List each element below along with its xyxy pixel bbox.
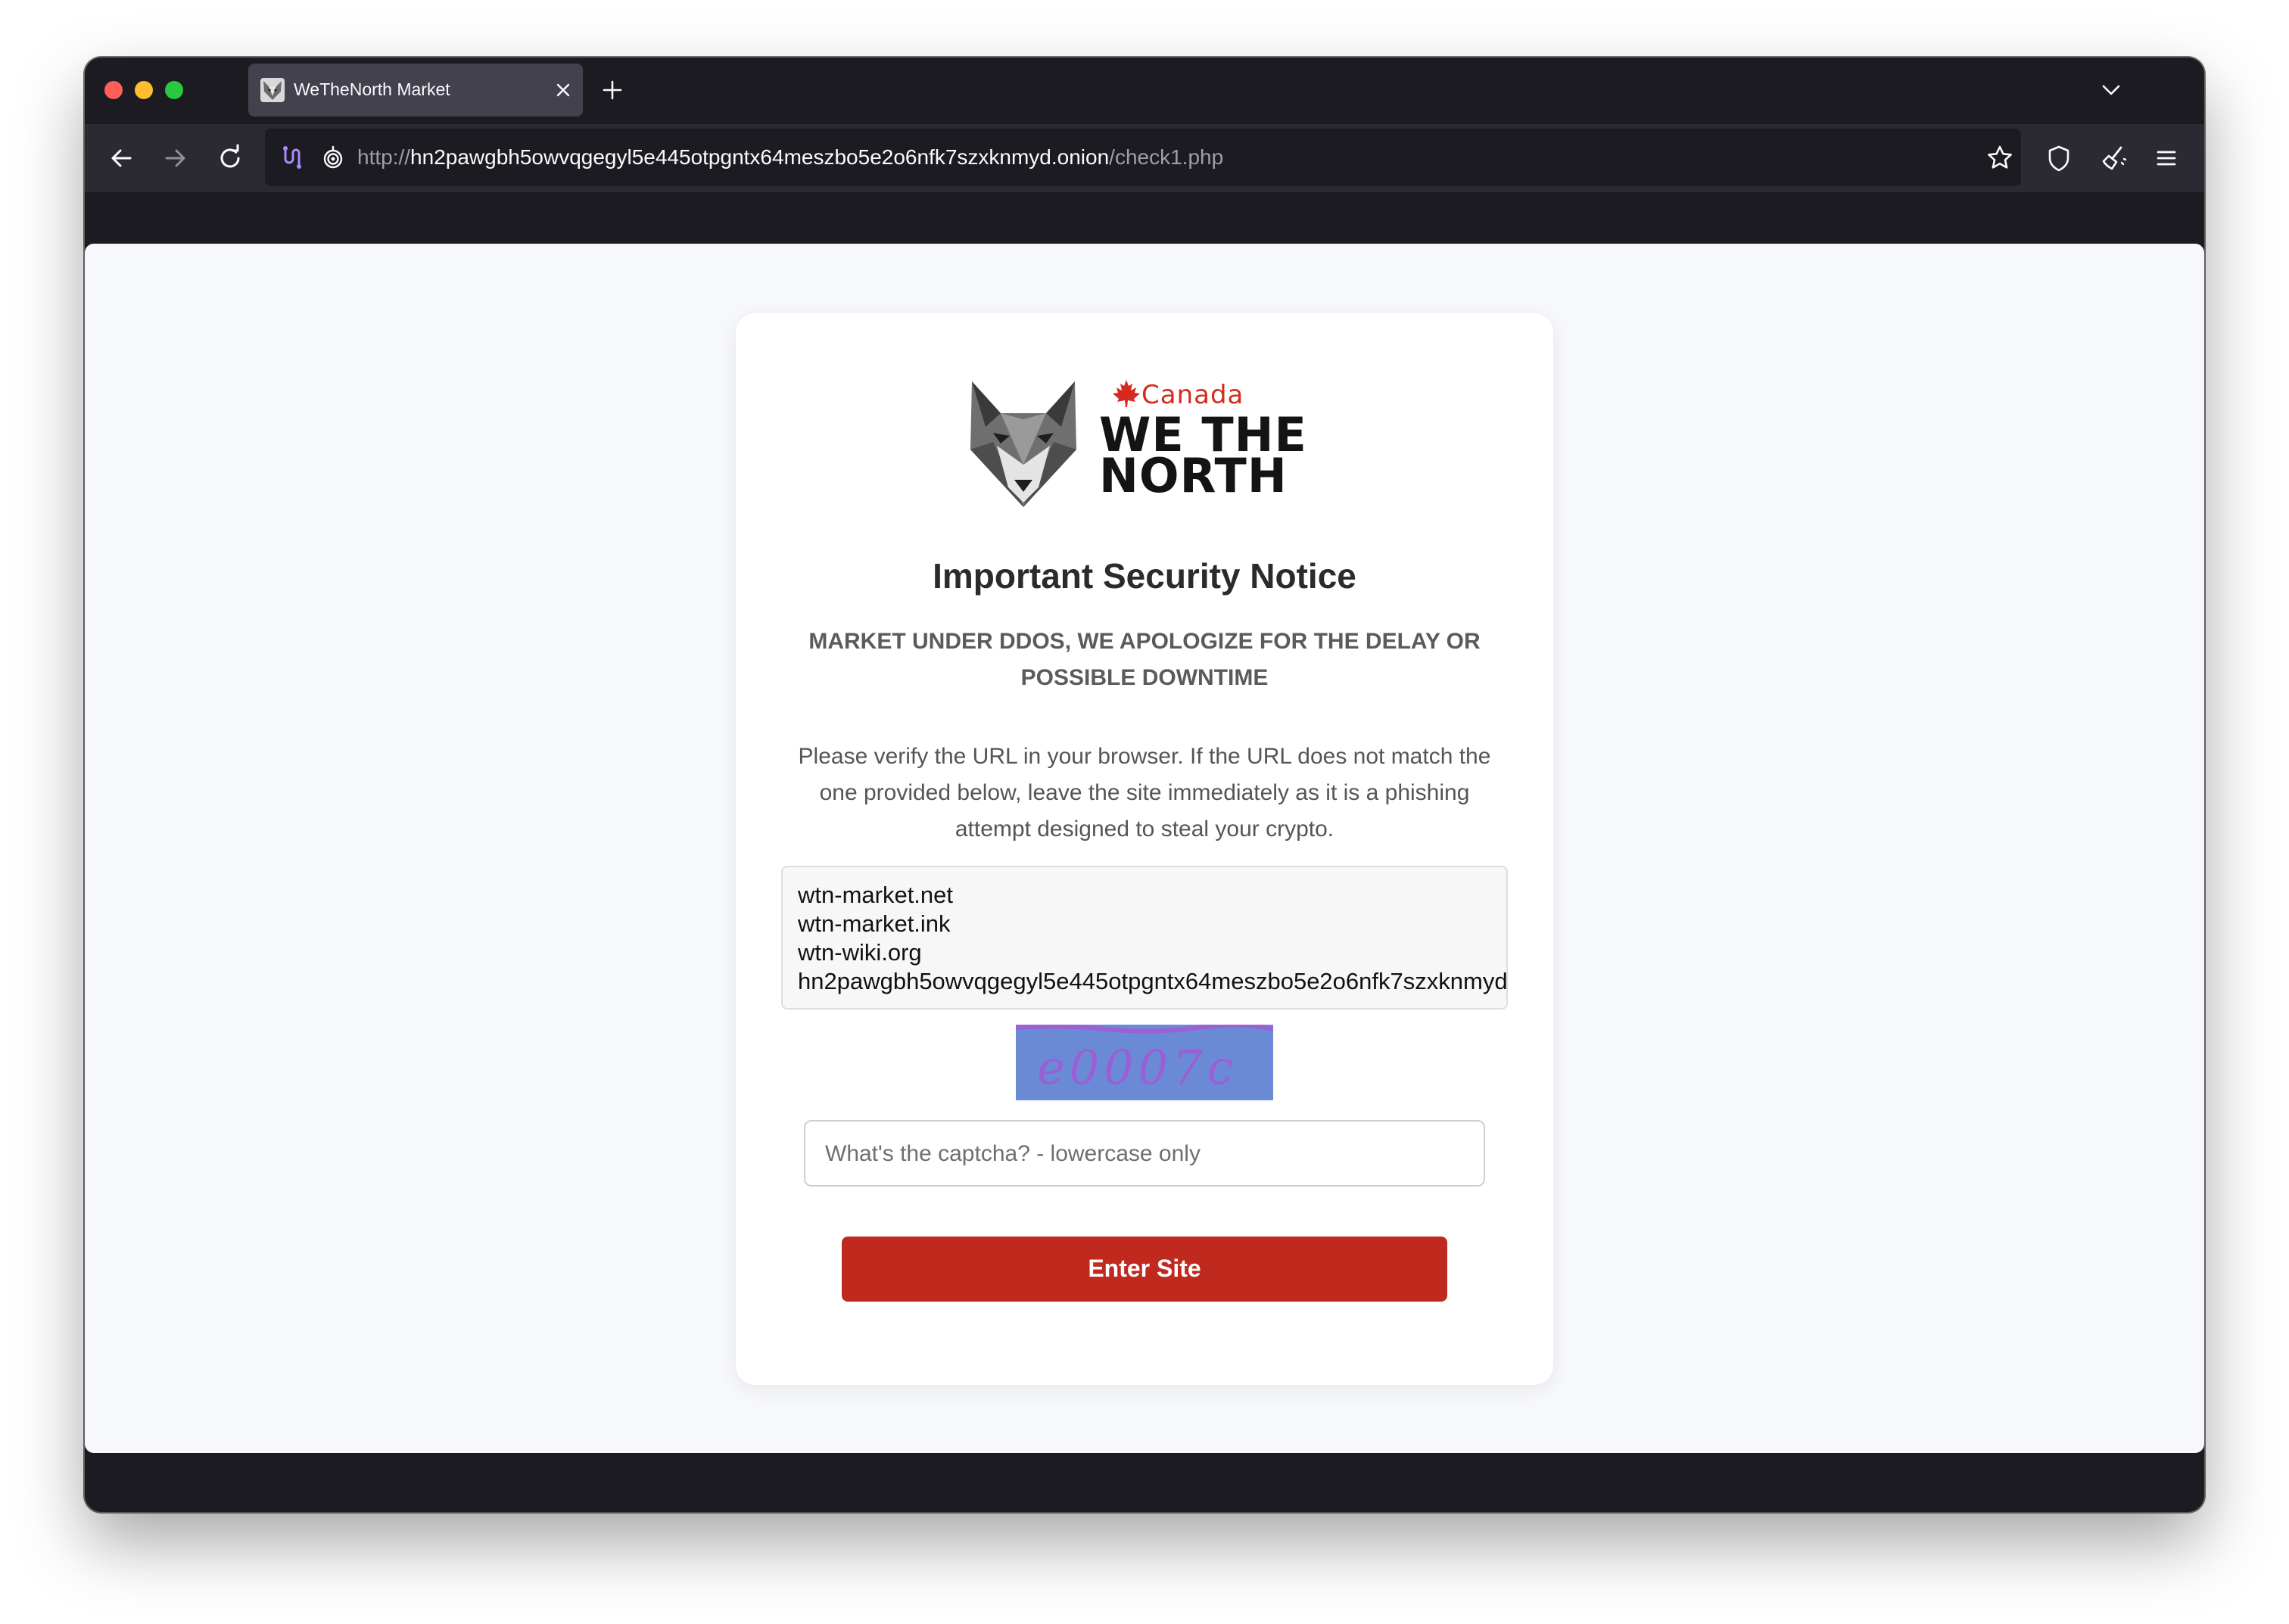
url-path: /check1.php (1109, 145, 1224, 169)
page-content: Canada WE THE NORTH Important Security N… (85, 244, 2204, 1453)
tor-circuit-icon[interactable] (279, 142, 309, 173)
new-tab-plus-icon[interactable] (600, 77, 625, 103)
onion-site-info-icon[interactable] (318, 142, 348, 173)
enter-site-label: Enter Site (1088, 1255, 1201, 1282)
logo-canada-text: Canada (1141, 380, 1244, 410)
official-url-item: wtn-market.ink (798, 910, 951, 937)
official-url-item: wtn-market.net (798, 882, 954, 908)
window-close-button[interactable] (104, 81, 123, 99)
forward-arrow-icon[interactable] (159, 142, 192, 175)
navigation-toolbar: http://hn2pawgbh5owvqgegyl5e445otpgntx64… (85, 124, 2204, 192)
verify-message-line: one provided below, leave the site immed… (819, 780, 1470, 805)
captcha-image: e0007c (1016, 1025, 1273, 1100)
verify-url-message: Please verify the URL in your browser. I… (789, 739, 1500, 848)
page-title: Important Security Notice (933, 556, 1356, 596)
enter-site-button[interactable]: Enter Site (842, 1237, 1447, 1302)
reload-icon[interactable] (213, 142, 247, 175)
url-bar[interactable]: http://hn2pawgbh5owvqgegyl5e445otpgntx64… (265, 129, 2021, 186)
verify-message-line: Please verify the URL in your browser. I… (798, 744, 1491, 769)
security-notice-card: Canada WE THE NORTH Important Security N… (736, 313, 1553, 1385)
official-url-item: wtn-wiki.org (798, 939, 922, 966)
browser-window: WeTheNorth Market http://hn2pawgbh5owvqg… (85, 58, 2204, 1512)
captcha-text: e0007c (1037, 1040, 1238, 1095)
bookmark-star-icon[interactable] (1983, 142, 2016, 175)
hamburger-menu-icon[interactable] (2150, 142, 2183, 175)
verify-message-line: attempt designed to steal your crypto. (955, 817, 1334, 842)
tab-active[interactable]: WeTheNorth Market (248, 64, 583, 117)
tab-title: WeTheNorth Market (294, 79, 450, 99)
tab-close-icon[interactable] (553, 79, 574, 101)
url-text[interactable]: http://hn2pawgbh5owvqgegyl5e445otpgntx64… (357, 145, 1223, 170)
ddos-warning-line: POSSIBLE DOWNTIME (1020, 665, 1269, 690)
window-maximize-button[interactable] (165, 81, 183, 99)
logo-north-text: NORTH (1099, 448, 1288, 503)
wolf-favicon-icon (260, 78, 285, 102)
list-all-tabs-chevron-icon[interactable] (2098, 79, 2124, 101)
captcha-placeholder: What's the captcha? - lowercase only (825, 1141, 1201, 1166)
toolbar-spacer (85, 192, 2204, 250)
ddos-warning: MARKET UNDER DDOS, WE APOLOGIZE FOR THE … (796, 624, 1493, 696)
new-identity-broom-icon[interactable] (2097, 142, 2130, 175)
url-scheme: http:// (357, 145, 411, 169)
official-urls-textarea[interactable]: wtn-market.net wtn-market.ink wtn-wiki.o… (781, 866, 1508, 1010)
ddos-warning-line: MARKET UNDER DDOS, WE APOLOGIZE FOR THE … (808, 629, 1481, 654)
official-url-item: hn2pawgbh5owvqgegyl5e445otpgntx64meszbo5… (798, 968, 1508, 994)
url-host: hn2pawgbh5owvqgegyl5e445otpgntx64meszbo5… (410, 145, 1110, 169)
wolf-head-icon (970, 381, 1076, 507)
tab-strip: WeTheNorth Market (85, 58, 2204, 124)
window-minimize-button[interactable] (135, 81, 153, 99)
maple-leaf-icon (1113, 380, 1140, 407)
captcha-input[interactable]: What's the captcha? - lowercase only (804, 1120, 1485, 1187)
shield-icon[interactable] (2042, 142, 2076, 175)
back-arrow-icon[interactable] (104, 142, 138, 175)
